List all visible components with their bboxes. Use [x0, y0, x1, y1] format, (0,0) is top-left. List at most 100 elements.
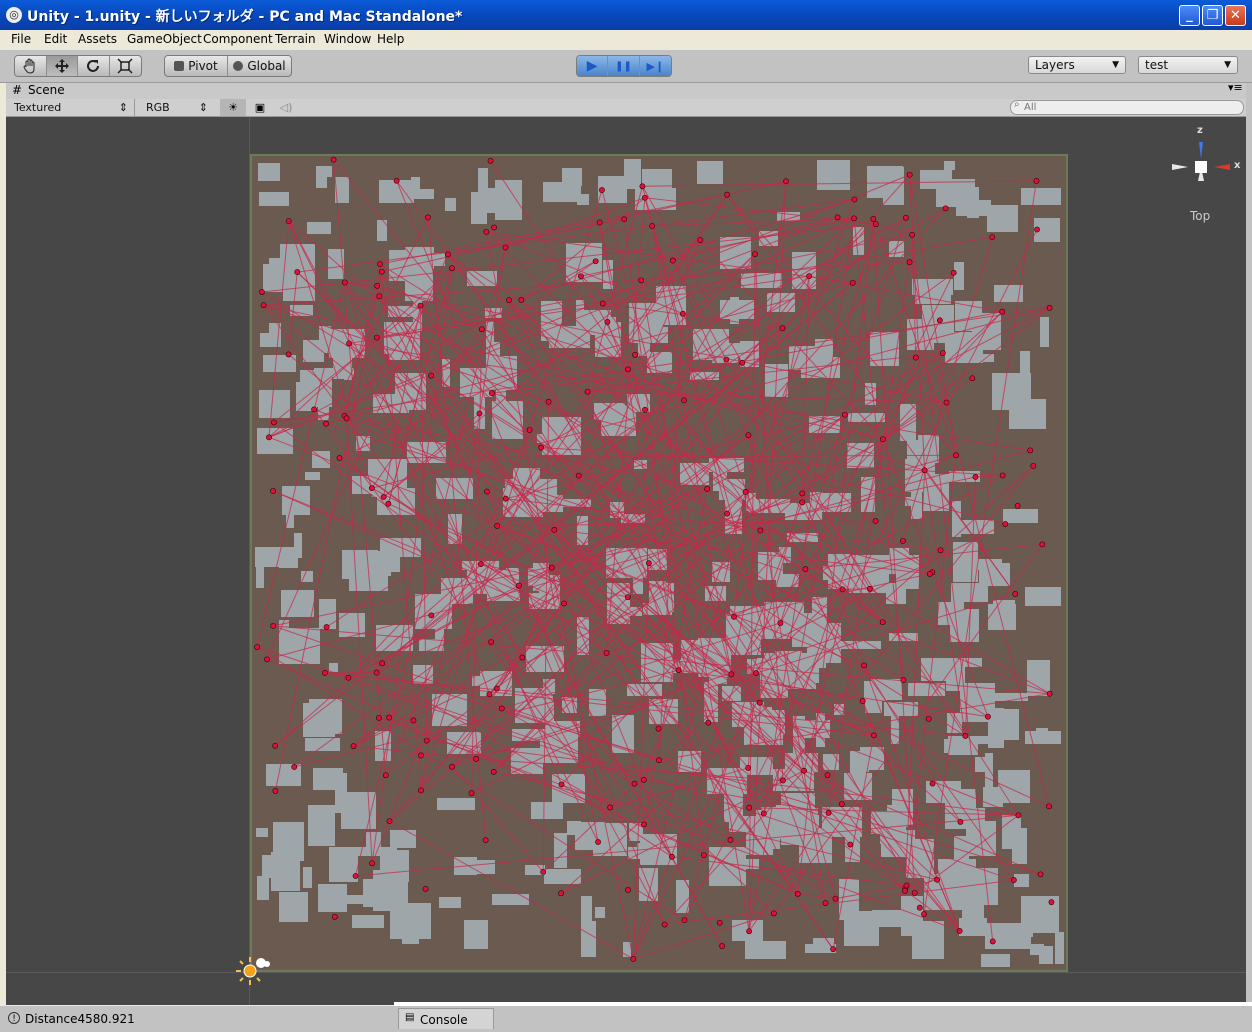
waypoint-node — [656, 757, 663, 764]
move-icon[interactable] — [46, 56, 78, 76]
waypoint-node — [936, 317, 943, 324]
menu-help[interactable]: Help — [377, 32, 404, 46]
waypoint-node — [638, 277, 645, 284]
hand-icon[interactable] — [15, 56, 47, 76]
building-block — [988, 604, 1016, 630]
gizmo-x-label: x — [1234, 160, 1241, 171]
building-block — [544, 869, 581, 884]
waypoint-node — [832, 895, 839, 902]
layers-dropdown[interactable]: Layers ▼ — [1028, 56, 1126, 74]
speaker-icon: ◁) — [279, 101, 293, 114]
waypoint-node — [879, 619, 886, 626]
waypoint-node — [486, 691, 493, 698]
close-button[interactable]: ✕ — [1225, 5, 1246, 26]
waypoint-node — [577, 273, 584, 280]
scale-icon[interactable] — [110, 56, 141, 76]
waypoint-node — [669, 257, 676, 264]
waypoint-node — [322, 669, 328, 676]
play-button[interactable]: ▶ — [577, 56, 609, 76]
rotate-icon[interactable] — [78, 56, 110, 76]
menu-gameobject[interactable]: GameObject — [127, 32, 202, 46]
waypoint-node — [1034, 226, 1040, 233]
building-block — [850, 751, 866, 777]
waypoint-node — [254, 644, 261, 650]
pause-button[interactable]: ❚❚ — [608, 56, 640, 76]
menu-file[interactable]: File — [11, 32, 31, 46]
light-gizmo-icon[interactable] — [236, 953, 270, 987]
waypoint-node — [380, 494, 387, 500]
minimize-button[interactable]: _ — [1179, 5, 1200, 26]
scene-fx-toggle[interactable]: ▣ — [248, 99, 272, 116]
tab-menu-icon[interactable]: ▾≡ — [1228, 81, 1243, 94]
waypoint-node — [640, 821, 647, 828]
building-block — [464, 920, 488, 949]
waypoint-node — [989, 938, 996, 945]
building-block — [581, 921, 596, 957]
building-block — [329, 663, 338, 672]
waypoint-node — [410, 717, 417, 724]
handle-toggles: Pivot Global — [164, 55, 292, 77]
play-controls: ▶ ❚❚ ▶❙ — [576, 55, 672, 77]
waypoint-node — [599, 300, 606, 307]
building-block — [567, 821, 581, 835]
global-button[interactable]: Global — [228, 56, 291, 76]
waypoint-node — [270, 488, 276, 494]
search-input[interactable] — [1024, 101, 1234, 113]
waypoint-node — [584, 388, 591, 395]
building-block — [281, 590, 314, 617]
waypoint-node — [502, 495, 509, 502]
divider — [134, 99, 135, 116]
menu-bar: File Edit Assets GameObject Component Te… — [0, 30, 1252, 50]
render-mode-dropdown[interactable]: RGB ⇕ — [146, 100, 210, 115]
building-block — [279, 892, 308, 922]
waypoint-node — [428, 612, 435, 619]
step-button[interactable]: ▶❙ — [639, 56, 671, 76]
layout-dropdown[interactable]: test ▼ — [1138, 56, 1238, 74]
waypoint-node — [1033, 177, 1040, 184]
building-block — [1040, 317, 1049, 347]
building-block — [900, 404, 916, 441]
waypoint-node — [630, 955, 637, 962]
hierarchy-search-field[interactable]: ⌕ — [1010, 99, 1244, 115]
waypoint-node — [425, 214, 431, 221]
waypoint-node — [834, 214, 841, 221]
building-block — [944, 161, 955, 170]
building-block — [318, 884, 347, 912]
waypoint-node — [716, 919, 723, 926]
vertical-scrollbar[interactable] — [1246, 83, 1252, 1005]
title-bar[interactable]: ◎ Unity - 1.unity - 新しいフォルダ - PC and Mac… — [0, 0, 1252, 30]
waypoint-node — [719, 943, 725, 949]
waypoint-node — [802, 566, 809, 572]
scene-viewport[interactable]: z x Top — [6, 117, 1246, 1005]
waypoint-node — [911, 889, 918, 896]
menu-assets[interactable]: Assets — [78, 32, 117, 46]
tab-console[interactable]: ▤ Console — [398, 1008, 494, 1029]
restore-button[interactable]: ❐ — [1202, 5, 1223, 26]
waypoint-node — [369, 860, 376, 867]
terrain-map[interactable] — [249, 153, 1069, 973]
layout-label: test — [1145, 58, 1169, 72]
draw-mode-label: Textured — [14, 101, 62, 114]
building-block — [624, 159, 641, 189]
menu-edit[interactable]: Edit — [44, 32, 67, 46]
waypoint-node — [849, 279, 856, 286]
lighting-toggle[interactable]: ☀ — [220, 99, 246, 116]
waypoint-node — [1037, 871, 1044, 878]
waypoint-node — [379, 660, 386, 667]
tab-scene[interactable]: Scene — [28, 83, 65, 97]
menu-window[interactable]: Window — [324, 32, 371, 46]
audio-toggle[interactable]: ◁) — [274, 99, 298, 116]
waypoint-node — [632, 351, 638, 358]
waypoint-node — [957, 819, 964, 825]
scene-gizmo[interactable]: z x Top — [1166, 125, 1246, 225]
waypoint-node — [264, 656, 270, 663]
waypoint-node — [592, 258, 599, 265]
waypoint-node — [777, 620, 784, 626]
pivot-button[interactable]: Pivot — [165, 56, 229, 76]
status-message[interactable]: Distance4580.921 — [25, 1012, 135, 1026]
unity-window: ◎ Unity - 1.unity - 新しいフォルダ - PC and Mac… — [0, 0, 1252, 1032]
waypoint-node — [822, 900, 829, 906]
menu-terrain[interactable]: Terrain — [275, 32, 316, 46]
menu-component[interactable]: Component — [203, 32, 273, 46]
draw-mode-dropdown[interactable]: Textured ⇕ — [14, 100, 130, 115]
